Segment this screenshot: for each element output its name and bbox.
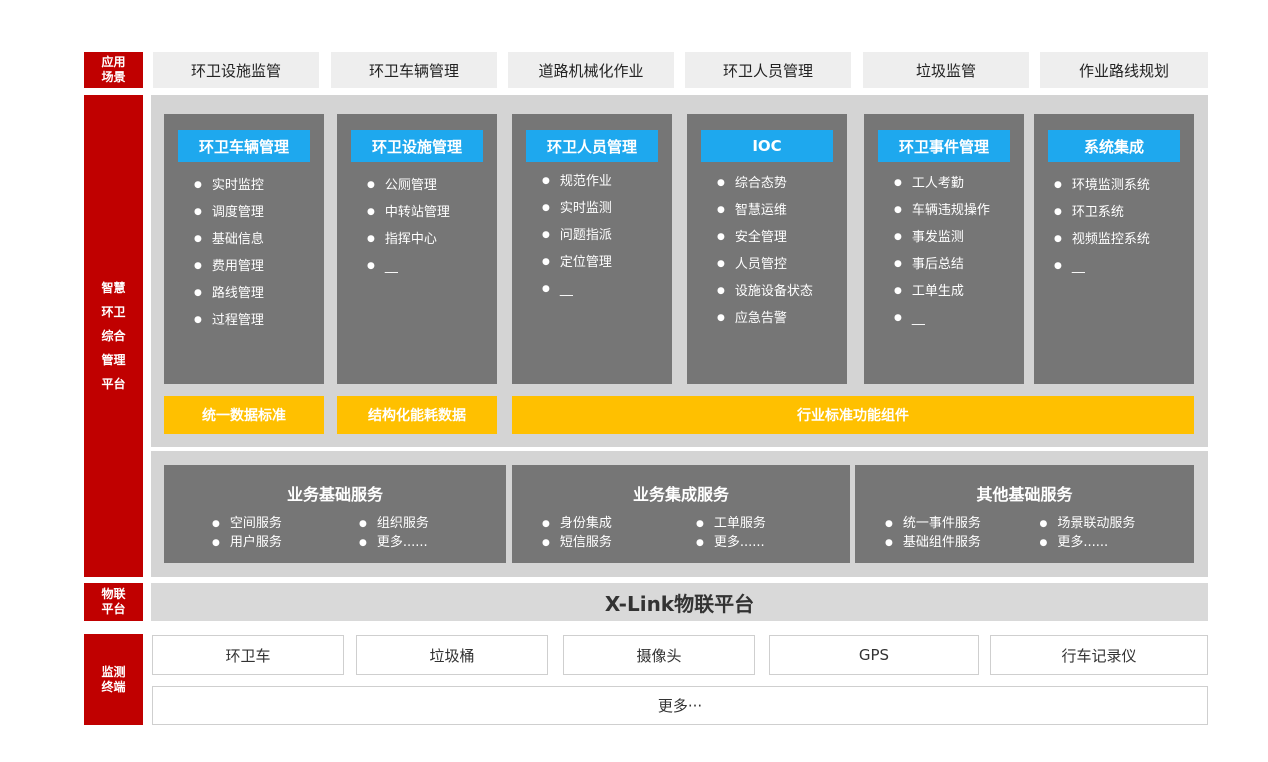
label-platform: 智慧 环卫 综合 管理 平台 — [84, 95, 143, 577]
list-item: 应急告警 — [717, 309, 813, 336]
module-title: IOC — [701, 130, 833, 162]
list-item: 车辆违规操作 — [894, 201, 990, 228]
service-card: 业务集成服务 身份集成 工单服务 短信服务 更多...... — [512, 465, 850, 563]
list-item: 基础组件服务 — [885, 534, 1040, 553]
module-title: 系统集成 — [1048, 130, 1180, 162]
service-card: 业务基础服务 空间服务 组织服务 用户服务 更多...... — [164, 465, 506, 563]
list-item: 环境监测系统 — [1054, 176, 1150, 203]
list-item: 调度管理 — [194, 203, 264, 230]
scene-box: 道路机械化作业 — [508, 52, 674, 88]
module-title: 环卫事件管理 — [878, 130, 1010, 162]
list-item: 事发监测 — [894, 228, 990, 255]
module-card-event: 环卫事件管理 工人考勤 车辆违规操作 事发监测 事后总结 工单生成 __ — [864, 114, 1024, 384]
list-item: 人员管控 — [717, 255, 813, 282]
list-item: __ — [894, 309, 990, 336]
service-title: 业务集成服务 — [632, 485, 729, 504]
list-item: 组织服务 — [359, 515, 506, 534]
list-item: 问题指派 — [542, 226, 612, 253]
module-card-vehicle: 环卫车辆管理 实时监控 调度管理 基础信息 费用管理 路线管理 过程管理 — [164, 114, 324, 384]
list-item: 事后总结 — [894, 255, 990, 282]
list-item: 实时监控 — [194, 176, 264, 203]
list-item: 短信服务 — [542, 534, 696, 553]
list-item: 用户服务 — [212, 534, 359, 553]
standard-bar: 统一数据标准 — [164, 396, 324, 434]
standard-bar: 结构化能耗数据 — [337, 396, 497, 434]
list-item: 视频监控系统 — [1054, 230, 1150, 257]
module-card-ioc: IOC 综合态势 智慧运维 安全管理 人员管控 设施设备状态 应急告警 — [687, 114, 847, 384]
label-scene: 应用 场景 — [84, 52, 143, 88]
scene-box: 环卫人员管理 — [685, 52, 851, 88]
list-item: 更多...... — [1040, 534, 1195, 553]
label-terminal: 监测 终端 — [84, 634, 143, 725]
scene-box: 作业路线规划 — [1040, 52, 1208, 88]
service-title: 其他基础服务 — [976, 485, 1073, 504]
terminal-box: 环卫车 — [152, 635, 344, 675]
list-item: 统一事件服务 — [885, 515, 1040, 534]
standard-bar: 行业标准功能组件 — [512, 396, 1194, 434]
terminal-box: 垃圾桶 — [356, 635, 548, 675]
list-item: 路线管理 — [194, 284, 264, 311]
list-item: __ — [1054, 257, 1150, 284]
terminal-box: 行车记录仪 — [990, 635, 1208, 675]
label-iot: 物联 平台 — [84, 583, 143, 621]
list-item: 工单服务 — [696, 515, 850, 534]
module-title: 环卫人员管理 — [526, 130, 658, 162]
scene-box: 垃圾监管 — [863, 52, 1029, 88]
terminal-more: 更多··· — [152, 686, 1208, 725]
list-item: 定位管理 — [542, 253, 612, 280]
list-item: 安全管理 — [717, 228, 813, 255]
list-item: 实时监测 — [542, 199, 612, 226]
list-item: 规范作业 — [542, 172, 612, 199]
list-item: 过程管理 — [194, 311, 264, 338]
list-item: 中转站管理 — [367, 203, 450, 230]
module-card-personnel: 环卫人员管理 规范作业 实时监测 问题指派 定位管理 __ — [512, 114, 672, 384]
module-card-facility: 环卫设施管理 公厕管理 中转站管理 指挥中心 __ — [337, 114, 497, 384]
list-item: 空间服务 — [212, 515, 359, 534]
list-item: 智慧运维 — [717, 201, 813, 228]
service-card: 其他基础服务 统一事件服务 场景联动服务 基础组件服务 更多...... — [855, 465, 1194, 563]
scene-box: 环卫车辆管理 — [331, 52, 497, 88]
list-item: 身份集成 — [542, 515, 696, 534]
list-item: 指挥中心 — [367, 230, 450, 257]
list-item: 基础信息 — [194, 230, 264, 257]
list-item: 更多...... — [696, 534, 850, 553]
list-item: 工单生成 — [894, 282, 990, 309]
list-item: 更多...... — [359, 534, 506, 553]
list-item: 公厕管理 — [367, 176, 450, 203]
list-item: 综合态势 — [717, 174, 813, 201]
terminal-box: GPS — [769, 635, 979, 675]
terminal-box: 摄像头 — [563, 635, 755, 675]
list-item: 场景联动服务 — [1040, 515, 1195, 534]
list-item: 环卫系统 — [1054, 203, 1150, 230]
module-title: 环卫设施管理 — [351, 130, 483, 162]
list-item: __ — [367, 257, 450, 284]
list-item: 设施设备状态 — [717, 282, 813, 309]
module-card-integration: 系统集成 环境监测系统 环卫系统 视频监控系统 __ — [1034, 114, 1194, 384]
module-title: 环卫车辆管理 — [178, 130, 310, 162]
iot-platform-bar: X-Link物联平台 — [151, 583, 1208, 621]
list-item: 费用管理 — [194, 257, 264, 284]
list-item: 工人考勤 — [894, 174, 990, 201]
service-title: 业务基础服务 — [286, 485, 383, 504]
scene-box: 环卫设施监管 — [153, 52, 319, 88]
list-item: __ — [542, 280, 612, 307]
